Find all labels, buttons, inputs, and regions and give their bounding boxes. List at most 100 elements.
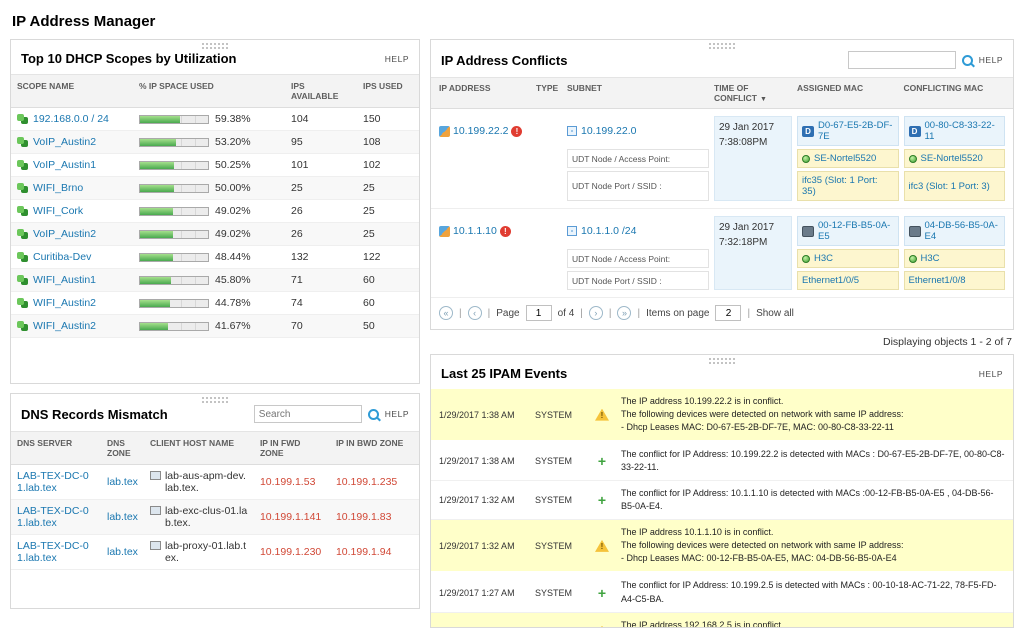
scope-name-link[interactable]: WIFI_Austin2: [33, 297, 96, 309]
column-header-scope-name[interactable]: SCOPE NAME: [11, 75, 133, 108]
events-list: 1/29/2017 1:38 AM SYSTEM ! The IP addres…: [431, 389, 1013, 628]
dhcp-scope-row: WIFI_Brno 50.00% 25 25: [11, 177, 419, 200]
search-input[interactable]: [848, 51, 956, 69]
scope-name-link[interactable]: VoIP_Austin2: [33, 228, 96, 240]
utilization-percent: 44.78%: [215, 297, 251, 309]
first-page-button[interactable]: [439, 306, 453, 320]
dns-zone-link[interactable]: lab.tex: [107, 546, 138, 558]
help-link[interactable]: HELP: [385, 409, 409, 419]
dhcp-scope-row: 192.168.0.0 / 24 59.38% 104 150: [11, 108, 419, 131]
ipam-events-panel: Last 25 IPAM Events HELP 1/29/2017 1:38 …: [430, 354, 1014, 628]
page-label: Page: [496, 308, 519, 319]
column-header-time-of-conflict[interactable]: TIME OF CONFLICT▼: [714, 83, 792, 103]
subnet-icon: [567, 126, 577, 136]
dhcp-scope-icon: [17, 252, 24, 259]
ips-used-value: 150: [357, 108, 419, 131]
ips-available-value: 26: [285, 223, 357, 246]
conflict-type-cell: [536, 116, 562, 146]
utilization-bar: [139, 322, 209, 331]
column-header-client-host-name[interactable]: CLIENT HOST NAME: [144, 432, 254, 465]
scope-name-link[interactable]: 192.168.0.0 / 24: [33, 113, 109, 125]
column-header-ips-used[interactable]: IPS USED: [357, 75, 419, 108]
column-header-ip-fwd-zone[interactable]: IP IN FWD ZONE: [254, 432, 330, 465]
drag-handle[interactable]: [202, 43, 228, 49]
scope-name-link[interactable]: VoIP_Austin2: [33, 136, 96, 148]
ips-used-value: 122: [357, 246, 419, 269]
event-user: SYSTEM: [535, 456, 583, 466]
column-header-ip-space-used[interactable]: % IP SPACE USED: [133, 75, 285, 108]
column-header-dns-server[interactable]: DNS SERVER: [11, 432, 101, 465]
dns-server-link[interactable]: LAB-TEX-DC-01.lab.tex: [17, 505, 89, 529]
assigned-node-link[interactable]: H3C: [814, 253, 833, 264]
event-row: 1/29/2017 1:27 AM SYSTEM ! The IP addres…: [431, 613, 1013, 628]
dns-server-link[interactable]: LAB-TEX-DC-01.lab.tex: [17, 470, 89, 494]
last-page-button[interactable]: [617, 306, 631, 320]
dns-zone-link[interactable]: lab.tex: [107, 476, 138, 488]
conflicting-node-link[interactable]: H3C: [921, 253, 940, 264]
items-on-page-input[interactable]: [715, 305, 741, 321]
separator: [609, 308, 612, 319]
scope-name-link[interactable]: WIFI_Austin2: [33, 320, 96, 332]
subnet-link[interactable]: 10.199.22.0: [581, 125, 636, 137]
ips-used-value: 50: [357, 315, 419, 338]
event-message: The IP address 10.1.1.10 is in conflict.…: [621, 526, 1005, 565]
ips-available-value: 95: [285, 131, 357, 154]
conflicting-mac-link[interactable]: 04-DB-56-B5-0A-E4: [925, 220, 1001, 242]
conflicting-port-link[interactable]: ifc3 (Slot: 1 Port: 3): [909, 181, 990, 192]
conflicting-node-link[interactable]: SE-Nortel5520: [921, 153, 983, 164]
column-header-dns-zone[interactable]: DNS ZONE: [101, 432, 144, 465]
search-input[interactable]: [254, 405, 362, 423]
help-link[interactable]: HELP: [979, 369, 1003, 379]
conflict-ip-link[interactable]: 10.1.1.10: [453, 225, 497, 237]
page-number-input[interactable]: [526, 305, 552, 321]
scope-name-link[interactable]: WIFI_Brno: [33, 182, 83, 194]
dns-zone-link[interactable]: lab.tex: [107, 511, 138, 523]
drag-handle[interactable]: [709, 43, 735, 49]
dhcp-scope-icon: [17, 137, 24, 144]
dns-server-link[interactable]: LAB-TEX-DC-01.lab.tex: [17, 540, 89, 564]
column-header-subnet[interactable]: SUBNET: [567, 83, 709, 103]
ips-used-value: 102: [357, 154, 419, 177]
ips-available-value: 74: [285, 292, 357, 315]
show-all-link[interactable]: Show all: [756, 308, 794, 319]
column-header-ips-available[interactable]: IPS AVAILABLE: [285, 75, 357, 108]
scope-name-link[interactable]: Curitiba-Dev: [33, 251, 91, 263]
column-header-conflicting-mac[interactable]: CONFLICTING MAC: [904, 83, 1006, 103]
search-icon[interactable]: [962, 55, 973, 66]
dhcp-scope-row: VoIP_Austin2 53.20% 95 108: [11, 131, 419, 154]
scope-name-link[interactable]: VoIP_Austin1: [33, 159, 96, 171]
assigned-port-link[interactable]: ifc35 (Slot: 1 Port: 35): [802, 175, 894, 197]
ips-used-value: 60: [357, 269, 419, 292]
subnet-link[interactable]: 10.1.1.0 /24: [581, 225, 636, 237]
scope-name-link[interactable]: WIFI_Cork: [33, 205, 83, 217]
ip-conflicts-panel: IP Address Conflicts HELP IP ADDRESS TYP…: [430, 39, 1014, 330]
dhcp-scopes-panel: Top 10 DHCP Scopes by Utilization HELP S…: [10, 39, 420, 384]
conflict-ip-link[interactable]: 10.199.22.2: [453, 125, 508, 137]
scope-name-link[interactable]: WIFI_Austin1: [33, 274, 96, 286]
drag-handle[interactable]: [202, 397, 228, 403]
column-header-type[interactable]: TYPE: [536, 83, 562, 103]
next-page-button[interactable]: [589, 306, 603, 320]
utilization-bar: [139, 230, 209, 239]
dhcp-scope-row: VoIP_Austin1 50.25% 101 102: [11, 154, 419, 177]
event-user: SYSTEM: [535, 541, 583, 551]
assigned-mac-link[interactable]: D0-67-E5-2B-DF-7E: [818, 120, 894, 142]
help-link[interactable]: HELP: [385, 54, 409, 64]
column-header-ip-address[interactable]: IP ADDRESS: [439, 83, 531, 103]
ips-available-value: 104: [285, 108, 357, 131]
assigned-mac-link[interactable]: 00-12-FB-B5-0A-E5: [818, 220, 894, 242]
assigned-node-link[interactable]: SE-Nortel5520: [814, 153, 876, 164]
search-icon[interactable]: [368, 409, 379, 420]
ip-fwd-zone-value: 10.199.1.53: [260, 476, 315, 488]
column-header-ip-bwd-zone[interactable]: IP IN BWD ZONE: [330, 432, 419, 465]
event-row: 1/29/2017 1:38 AM SYSTEM ! The IP addres…: [431, 389, 1013, 442]
assigned-port-link[interactable]: Ethernet1/0/5: [802, 275, 859, 286]
drag-handle[interactable]: [709, 358, 735, 364]
previous-page-button[interactable]: [468, 306, 482, 320]
conflicting-mac-link[interactable]: 00-80-C8-33-22-11: [925, 120, 1001, 142]
help-link[interactable]: HELP: [979, 55, 1003, 65]
conflict-row: 10.199.22.2 10.199.22.0 29 Jan 2017 7:38…: [431, 109, 1013, 209]
conflicting-port-link[interactable]: Ethernet1/0/8: [909, 275, 966, 286]
conflict-status-icon: [500, 226, 511, 237]
column-header-assigned-mac[interactable]: ASSIGNED MAC: [797, 83, 899, 103]
